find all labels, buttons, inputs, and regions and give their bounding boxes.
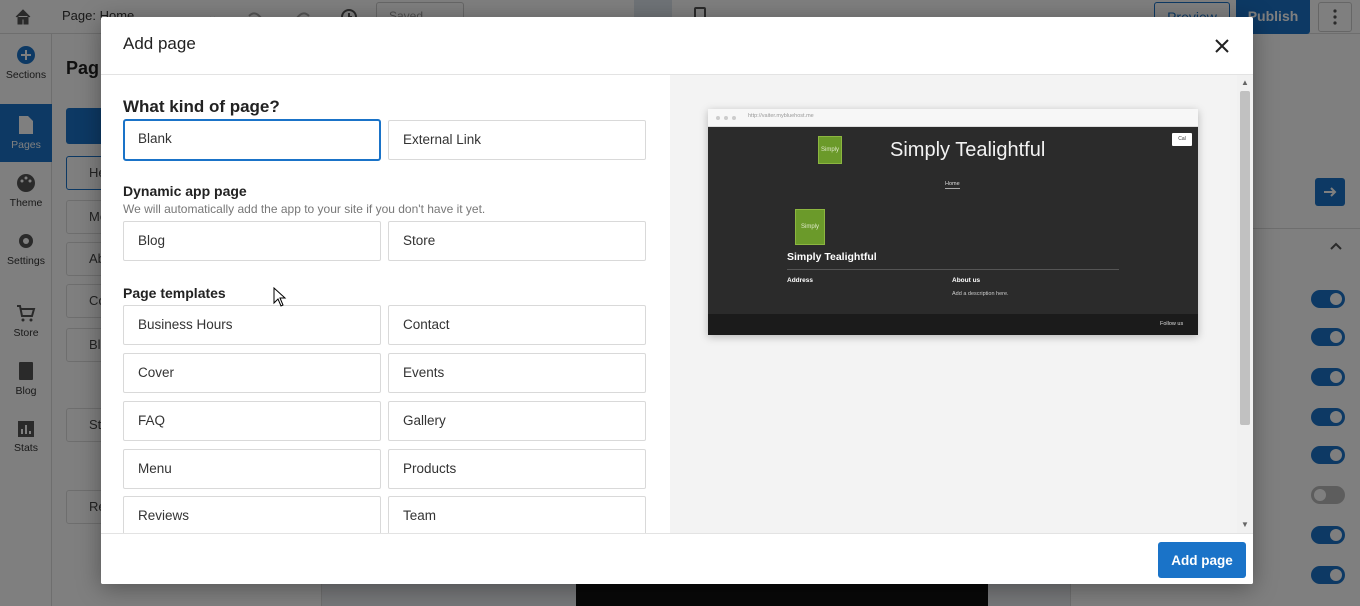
option-reviews[interactable]: Reviews xyxy=(123,496,381,533)
business-logo: Simply xyxy=(795,209,825,245)
option-faq[interactable]: FAQ xyxy=(123,401,381,441)
site-logo-text: Simply xyxy=(820,147,839,153)
page-preview-pane: http://vaiter.mybluehost.me Simply Simpl… xyxy=(670,75,1237,533)
browser-dot xyxy=(724,116,728,120)
dynamic-heading: Dynamic app page xyxy=(123,183,247,199)
site-preview: http://vaiter.mybluehost.me Simply Simpl… xyxy=(708,109,1198,335)
preview-follow-us: Follow us xyxy=(1160,321,1184,327)
option-cover[interactable]: Cover xyxy=(123,353,381,393)
browser-dot xyxy=(716,116,720,120)
option-business-hours[interactable]: Business Hours xyxy=(123,305,381,345)
templates-heading: Page templates xyxy=(123,285,226,301)
kind-heading: What kind of page? xyxy=(123,97,280,116)
scroll-up-icon[interactable]: ▲ xyxy=(1241,79,1249,87)
page-type-list: What kind of page? Blank External Link D… xyxy=(101,75,670,533)
option-team[interactable]: Team xyxy=(388,496,646,533)
option-products[interactable]: Products xyxy=(388,449,646,489)
preview-divider xyxy=(787,269,1119,270)
option-menu[interactable]: Menu xyxy=(123,449,381,489)
option-contact[interactable]: Contact xyxy=(388,305,646,345)
preview-about-heading: About us xyxy=(952,277,981,284)
preview-url: http://vaiter.mybluehost.me xyxy=(748,113,814,119)
browser-dot xyxy=(732,116,736,120)
preview-nav-home: Home xyxy=(945,181,960,189)
option-blank[interactable]: Blank xyxy=(123,119,381,161)
option-gallery[interactable]: Gallery xyxy=(388,401,646,441)
site-logo: Simply xyxy=(818,136,842,164)
preview-about-description: Add a description here. xyxy=(952,291,1009,297)
preview-footer: Follow us xyxy=(708,314,1198,335)
option-blog[interactable]: Blog xyxy=(123,221,381,261)
preview-scrollbar[interactable]: ▲ ▼ xyxy=(1237,75,1253,533)
add-page-button[interactable]: Add page xyxy=(1158,542,1246,578)
dynamic-description: We will automatically add the app to you… xyxy=(123,202,486,216)
dialog-footer: Add page xyxy=(101,533,1253,584)
preview-browser-chrome: http://vaiter.mybluehost.me xyxy=(708,109,1198,127)
preview-business-name: Simply Tealightful xyxy=(787,251,877,263)
dialog-header: Add page xyxy=(101,17,1253,75)
preview-call-button: Cal xyxy=(1172,133,1192,146)
close-icon[interactable] xyxy=(1211,35,1233,57)
option-external-link[interactable]: External Link xyxy=(388,120,646,160)
scroll-down-icon[interactable]: ▼ xyxy=(1241,521,1249,529)
dialog-title: Add page xyxy=(123,34,196,53)
option-store[interactable]: Store xyxy=(388,221,646,261)
mouse-cursor-icon xyxy=(273,286,287,312)
business-logo-text: Simply xyxy=(800,224,819,230)
option-events[interactable]: Events xyxy=(388,353,646,393)
preview-site-title: Simply Tealightful xyxy=(890,139,1046,161)
scrollbar-thumb[interactable] xyxy=(1240,91,1250,425)
preview-address-heading: Address xyxy=(787,277,814,284)
